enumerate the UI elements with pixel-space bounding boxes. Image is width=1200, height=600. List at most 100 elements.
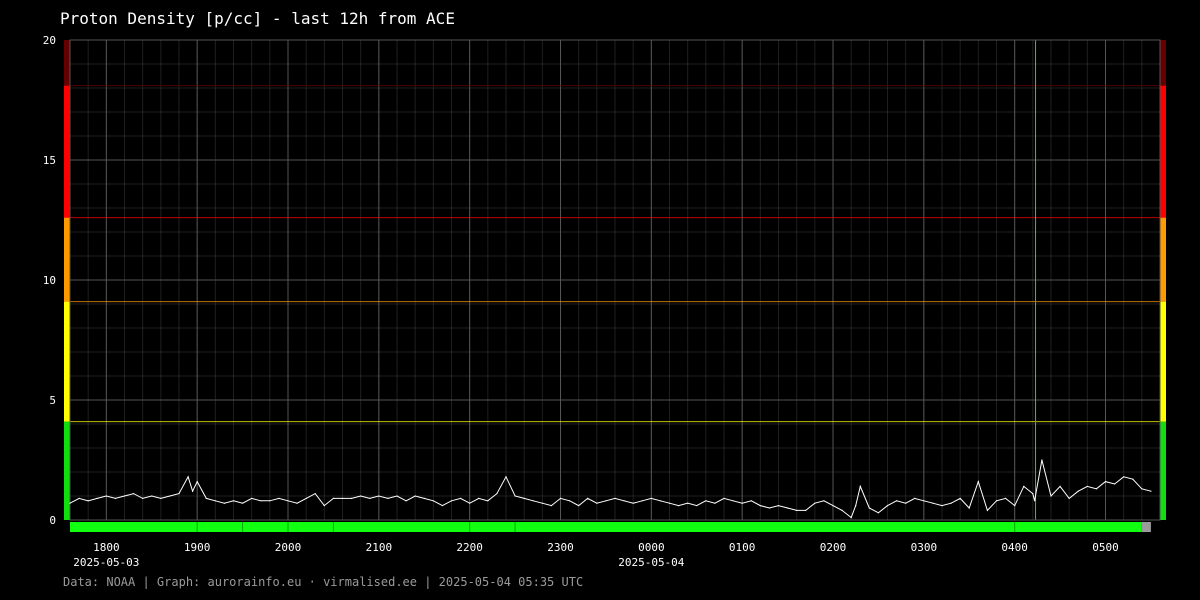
data-point (950, 502, 952, 504)
data-point (914, 497, 916, 499)
data-point (69, 502, 71, 504)
data-point (369, 497, 371, 499)
data-point (677, 505, 680, 507)
data-point (855, 505, 857, 507)
zone-bar-right-1 (1160, 301, 1166, 422)
data-point (169, 495, 171, 497)
date-label: 2025-05-03 (73, 556, 139, 569)
x-tick-label: 1900 (184, 541, 211, 554)
data-point (223, 502, 226, 504)
zone-bar-left-3 (64, 85, 70, 218)
data-point (296, 502, 298, 504)
data-point (823, 500, 825, 502)
y-tick-label: 0 (49, 514, 56, 527)
data-point (432, 500, 434, 502)
data-point (278, 497, 280, 499)
data-point (532, 500, 534, 502)
data-point (587, 497, 589, 499)
data-point (178, 493, 180, 495)
data-point (805, 509, 807, 511)
x-tick-label: 0200 (820, 541, 847, 554)
data-point (414, 495, 416, 497)
data-point (850, 517, 852, 519)
x-tick-label: 2300 (547, 541, 574, 554)
data-point (459, 497, 462, 499)
data-point (1059, 485, 1061, 487)
data-point (614, 497, 616, 499)
data-point (932, 502, 934, 504)
data-point (423, 497, 425, 499)
data-point (687, 502, 689, 504)
data-point (1032, 493, 1034, 495)
data-point (187, 476, 189, 478)
x-tick-label: 2100 (366, 541, 393, 554)
data-point (750, 500, 752, 502)
zone-bar-left-2 (64, 217, 70, 302)
data-point (1023, 485, 1025, 487)
data-point (777, 505, 780, 507)
data-point (877, 512, 880, 514)
x-tick-label: 1800 (93, 541, 120, 554)
x-tick-label: 0000 (638, 541, 665, 554)
data-point (696, 505, 698, 507)
status-bar-segment-1 (1141, 522, 1151, 532)
data-point (1041, 459, 1043, 461)
chart-container: Proton Density [p/cc] - last 12h from AC… (0, 0, 1200, 600)
data-point (505, 476, 507, 478)
data-point (114, 497, 117, 499)
y-tick-label: 10 (43, 274, 56, 287)
data-point (314, 493, 316, 495)
zone-bar-left-4 (64, 40, 70, 86)
data-point (478, 497, 480, 499)
y-tick-label: 5 (49, 394, 56, 407)
data-point (986, 509, 989, 511)
x-tick-label: 0500 (1092, 541, 1119, 554)
zone-bar-right-2 (1160, 217, 1166, 302)
data-point (260, 500, 262, 502)
data-point (1132, 478, 1134, 480)
y-tick-label: 20 (43, 34, 56, 47)
data-point (105, 495, 107, 497)
data-point (832, 505, 834, 507)
data-point (441, 505, 444, 507)
data-point (396, 495, 398, 497)
data-point (559, 497, 562, 499)
series-line-0 (69, 459, 1152, 519)
data-point (705, 500, 707, 502)
data-point (251, 497, 253, 499)
data-point (659, 500, 662, 502)
data-point (232, 500, 235, 502)
zone-bar-right-3 (1160, 85, 1166, 218)
data-point (132, 493, 135, 495)
data-point (868, 507, 870, 509)
data-point (1086, 485, 1088, 487)
x-tick-label: 2200 (456, 541, 483, 554)
data-point (123, 495, 126, 497)
zone-bar-left-1 (64, 301, 70, 422)
data-point (378, 495, 380, 497)
x-tick-label: 0300 (911, 541, 938, 554)
data-point (768, 507, 771, 509)
data-point (796, 509, 798, 511)
data-point (886, 505, 889, 507)
data-point (323, 505, 325, 507)
data-point (360, 495, 362, 497)
data-point (1004, 497, 1007, 499)
data-point (151, 495, 153, 497)
chart-svg: 0 5 10 15 20 1800 1900 2000 2100 2200 2300 0000 0100… (43, 34, 1166, 569)
data-point (496, 493, 498, 495)
data-point (269, 500, 271, 502)
data-point (305, 497, 307, 499)
data-point (1050, 495, 1052, 497)
data-point (405, 500, 407, 502)
data-point (350, 497, 353, 499)
data-point (1034, 500, 1036, 502)
data-point (714, 502, 716, 504)
data-point (568, 500, 571, 502)
data-point (96, 497, 98, 499)
data-point (341, 497, 344, 499)
x-tick-label: 0100 (729, 541, 756, 554)
x-tick-label: 2000 (275, 541, 302, 554)
data-point (578, 505, 580, 507)
data-point (287, 500, 289, 502)
